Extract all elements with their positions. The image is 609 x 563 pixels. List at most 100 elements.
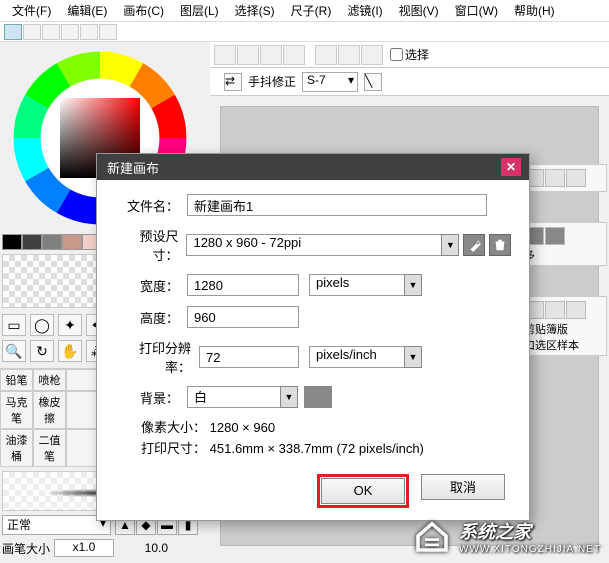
brush-tab-eraser[interactable]: 橡皮擦 [33, 391, 66, 429]
wand-tool-icon[interactable]: ✦ [58, 314, 82, 336]
new-canvas-dialog: 新建画布 ✕ 文件名： 预设尺寸： 1280 x 960 - 72ppi ▼ 宽… [96, 153, 530, 521]
watermark-name: 系统之家 [459, 522, 531, 542]
stabilizer-line-icon[interactable]: ╲ [364, 73, 382, 91]
dialog-titlebar[interactable]: 新建画布 ✕ [97, 154, 529, 180]
trash-icon [493, 238, 507, 252]
stabilizer-icon[interactable]: ⇄ [224, 73, 242, 91]
swatch-gray[interactable] [42, 234, 62, 250]
preset-dropdown-icon[interactable]: ▼ [441, 234, 459, 256]
stabilizer-label: 手抖修正 [248, 73, 296, 90]
brush-tab-15[interactable] [66, 429, 99, 467]
stabilizer-select[interactable]: S-7 [302, 72, 358, 92]
layer-chip-3[interactable] [566, 169, 586, 187]
dpi-unit-select[interactable]: pixels/inch [309, 346, 405, 368]
sel-shape-2-icon[interactable] [338, 45, 360, 65]
menu-bar: 文件(F) 编辑(E) 画布(C) 图层(L) 选择(S) 尺子(R) 滤镜(I… [0, 0, 609, 22]
select-checkbox[interactable] [390, 48, 403, 61]
canvas-toolbar: 选择 [210, 42, 609, 68]
menu-window[interactable]: 窗口(W) [447, 2, 506, 19]
menu-help[interactable]: 帮助(H) [506, 2, 563, 19]
hand-tool-icon[interactable]: ✋ [58, 340, 82, 362]
brush-tab-bucket[interactable]: 油漆桶 [0, 429, 33, 467]
scratch-mode-icon[interactable] [99, 24, 117, 40]
filename-input[interactable] [187, 194, 487, 216]
bg-label: 背景： [115, 388, 187, 407]
rpanel-apply-label: 口选区样本 [524, 337, 604, 353]
preset-select[interactable]: 1280 x 960 - 72ppi [186, 234, 442, 256]
rpanel-strip-b[interactable] [545, 301, 565, 319]
pixelsize-label: 像素大小： [141, 420, 206, 435]
menu-file[interactable]: 文件(F) [4, 2, 59, 19]
brush-tab-pencil[interactable]: 铅笔 [0, 369, 33, 391]
palette-mode-icon[interactable] [61, 24, 79, 40]
brush-size-mult[interactable]: x1.0 [54, 539, 114, 557]
dialog-title: 新建画布 [107, 158, 159, 177]
sel-mode-add-icon[interactable] [237, 45, 259, 65]
printsize-label: 打印尺寸： [141, 441, 206, 456]
dpi-unit-dropdown-icon[interactable]: ▼ [404, 346, 422, 368]
ok-button[interactable]: OK [321, 478, 405, 504]
cancel-button[interactable]: 取消 [421, 474, 505, 500]
wrench-icon [467, 238, 481, 252]
width-label: 宽度： [115, 276, 187, 295]
rpanel-clipboard-label: 剪贴簿版 [524, 321, 604, 337]
menu-edit[interactable]: 编辑(E) [59, 2, 115, 19]
menu-canvas[interactable]: 画布(C) [115, 2, 172, 19]
pixelsize-value: 1280 × 960 [210, 420, 275, 435]
sel-mode-new-icon[interactable] [214, 45, 236, 65]
brush-tab-airbrush[interactable]: 喷枪 [33, 369, 66, 391]
dpi-label: 打印分辨率： [115, 338, 199, 376]
rect-select-tool-icon[interactable]: ▭ [2, 314, 26, 336]
colorwheel-mode-icon[interactable] [4, 24, 22, 40]
swatch-tan[interactable] [62, 234, 82, 250]
width-input[interactable] [187, 274, 299, 296]
blend-mode-select[interactable]: 正常 [2, 515, 111, 535]
lasso-tool-icon[interactable]: ◯ [30, 314, 54, 336]
rgb-slider-mode-icon[interactable] [23, 24, 41, 40]
preset-save-button[interactable] [463, 234, 485, 256]
bg-color-swatch[interactable] [304, 386, 332, 408]
watermark-url: WWW.XITONGZHIJIA.NET [459, 544, 601, 555]
zoom-tool-icon[interactable]: 🔍 [2, 340, 26, 362]
top-toolbar [0, 22, 609, 42]
menu-select[interactable]: 选择(S) [227, 2, 283, 19]
watermark-logo-icon [411, 515, 453, 557]
rotate-tool-icon[interactable]: ↻ [30, 340, 54, 362]
menu-filter[interactable]: 滤镜(I) [339, 2, 390, 19]
bg-dropdown-icon[interactable]: ▼ [280, 386, 298, 408]
sel-mode-sub-icon[interactable] [260, 45, 282, 65]
sel-shape-1-icon[interactable] [315, 45, 337, 65]
swatch-darkgray[interactable] [22, 234, 42, 250]
rpanel-text-1: 多 [524, 247, 604, 263]
brush-tab-3[interactable] [66, 369, 99, 391]
height-label: 高度： [115, 308, 187, 327]
menu-view[interactable]: 视图(V) [391, 2, 447, 19]
brush-tab-9[interactable] [66, 391, 99, 429]
brush-tab-binary[interactable]: 二值笔 [33, 429, 66, 467]
watermark: 系统之家 WWW.XITONGZHIJIA.NET [411, 515, 601, 557]
rpanel-btn-gear-icon[interactable] [545, 227, 565, 245]
height-input[interactable] [187, 306, 299, 328]
hsv-mode-icon[interactable] [42, 24, 60, 40]
printsize-value: 451.6mm × 338.7mm (72 pixels/inch) [210, 441, 424, 456]
layer-chip-2[interactable] [545, 169, 565, 187]
preset-label: 预设尺寸： [115, 226, 186, 264]
width-unit-dropdown-icon[interactable]: ▼ [404, 274, 422, 296]
preset-delete-button[interactable] [489, 234, 511, 256]
dpi-input[interactable] [199, 346, 299, 368]
menu-ruler[interactable]: 尺子(R) [283, 2, 340, 19]
sel-mode-int-icon[interactable] [283, 45, 305, 65]
bg-select[interactable]: 白 [187, 386, 281, 408]
brush-size-label: 画笔大小 [2, 540, 50, 557]
select-checkbox-label: 选择 [405, 46, 429, 63]
right-panel: 多 剪贴簿版 口选区样本 [519, 160, 609, 360]
close-button[interactable]: ✕ [501, 158, 521, 176]
menu-layer[interactable]: 图层(L) [172, 2, 227, 19]
swatch-black[interactable] [2, 234, 22, 250]
rpanel-strip-c[interactable] [566, 301, 586, 319]
width-unit-select[interactable]: pixels [309, 274, 405, 296]
sel-shape-3-icon[interactable] [361, 45, 383, 65]
swatch-mode-icon[interactable] [80, 24, 98, 40]
brush-tab-marker[interactable]: 马克笔 [0, 391, 33, 429]
stabilizer-bar: ⇄ 手抖修正 S-7 ╲ [210, 68, 609, 96]
